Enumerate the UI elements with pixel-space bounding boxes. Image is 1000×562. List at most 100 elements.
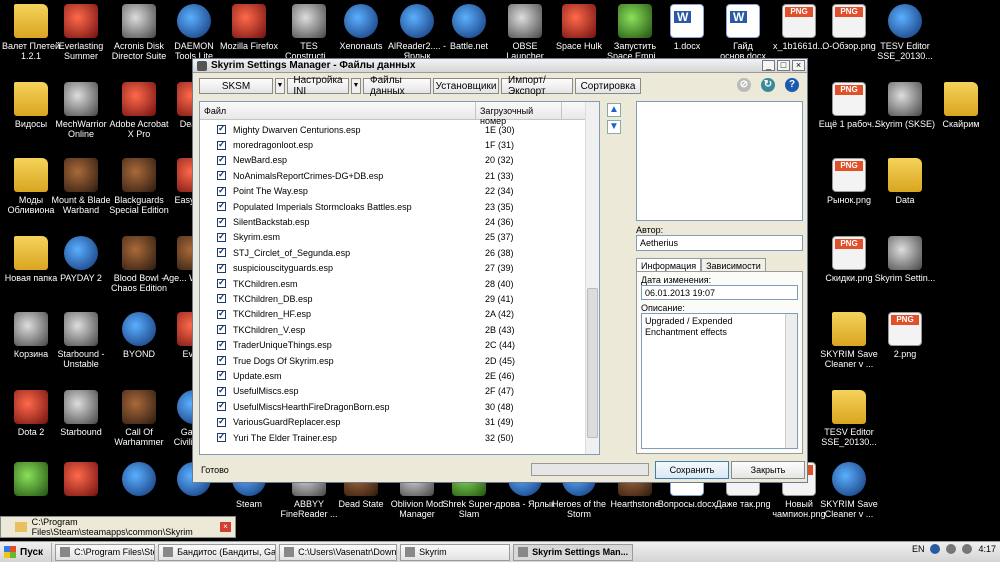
desktop-icon[interactable]: Adobe Acrobat X Pro bbox=[108, 82, 170, 139]
taskbar-button[interactable]: Бандитос (Бандиты, Ga... bbox=[158, 543, 277, 561]
desktop-icon[interactable]: 2.png bbox=[874, 312, 936, 359]
enabled-checkbox[interactable] bbox=[217, 354, 226, 366]
desktop-icon[interactable]: Starbound - Unstable bbox=[50, 312, 112, 369]
column-load-order[interactable]: Загрузочный номер bbox=[476, 102, 562, 126]
title-bar[interactable]: Skyrim Settings Manager - Файлы данных _… bbox=[193, 59, 807, 73]
table-row[interactable]: NewBard.esp 20 (32) bbox=[200, 153, 585, 168]
taskbar-button[interactable]: Skyrim Settings Man... bbox=[513, 543, 634, 561]
desktop-icon[interactable] bbox=[50, 462, 112, 499]
move-up-icon[interactable]: ▲ bbox=[607, 103, 621, 117]
desktop-icon[interactable]: Рынок.png bbox=[818, 158, 880, 205]
desktop-icon[interactable]: Starbound bbox=[50, 390, 112, 437]
desktop-icon[interactable]: TESV Editor SSE_20130... bbox=[874, 4, 936, 61]
enabled-checkbox[interactable] bbox=[217, 154, 226, 165]
desktop-icon[interactable]: BYOND bbox=[108, 312, 170, 359]
table-row[interactable]: TraderUniqueThings.esp 2C (44) bbox=[200, 337, 585, 352]
desktop-icon[interactable]: SKYRIM Save Cleaner v ... bbox=[818, 312, 880, 369]
desktop-icon[interactable]: OBSE Launcher bbox=[494, 4, 556, 61]
table-row[interactable]: moredragonloot.esp 1F (31) bbox=[200, 137, 585, 152]
table-row[interactable]: TKChildren_V.esp 2B (43) bbox=[200, 322, 585, 337]
column-file[interactable]: Файл bbox=[200, 102, 476, 119]
maximize-button[interactable]: □ bbox=[777, 60, 790, 71]
desktop-icon[interactable]: Скайрим bbox=[930, 82, 992, 129]
save-button[interactable]: Сохранить bbox=[655, 461, 729, 479]
clock[interactable]: 4:17 bbox=[978, 544, 996, 554]
desktop-icon[interactable]: Скидки.png bbox=[818, 236, 880, 283]
enabled-checkbox[interactable] bbox=[217, 308, 226, 319]
desktop-icon[interactable]: О-Обзор.png bbox=[818, 4, 880, 51]
desktop-icon[interactable]: 1.docx bbox=[656, 4, 718, 51]
desktop-icon[interactable]: Blood Bowl - Chaos Edition bbox=[108, 236, 170, 293]
steam-tray-icon[interactable] bbox=[930, 544, 941, 554]
enabled-checkbox[interactable] bbox=[217, 416, 226, 427]
enabled-checkbox[interactable] bbox=[217, 369, 226, 381]
enabled-checkbox[interactable] bbox=[217, 339, 226, 350]
table-row[interactable]: TKChildren.esm 28 (40) bbox=[200, 276, 585, 291]
enabled-checkbox[interactable] bbox=[217, 323, 226, 335]
sort-tab[interactable]: Сортировка bbox=[575, 78, 641, 94]
volume-tray-icon[interactable] bbox=[962, 544, 973, 554]
taskbar-button[interactable]: C:\Program Files\Steam\... bbox=[55, 543, 156, 561]
ini-dropdown-icon[interactable]: ▼ bbox=[351, 78, 361, 94]
taskbar-button[interactable]: C:\Users\Vasenatr\Down... bbox=[279, 543, 398, 561]
enabled-checkbox[interactable] bbox=[217, 277, 226, 289]
desktop-icon[interactable]: Blackguards Special Edition bbox=[108, 158, 170, 215]
desktop-icon[interactable]: PAYDAY 2 bbox=[50, 236, 112, 283]
move-down-icon[interactable]: ▼ bbox=[607, 120, 621, 134]
data-files-tab[interactable]: Файлы данных bbox=[363, 75, 431, 97]
table-row[interactable]: Update.esm 2E (46) bbox=[200, 368, 585, 383]
network-tray-icon[interactable] bbox=[946, 544, 957, 554]
table-row[interactable]: UsefulMiscsHearthFireDragonBorn.esp 30 (4… bbox=[200, 399, 585, 414]
desktop-icon[interactable] bbox=[108, 462, 170, 499]
desktop-icon[interactable]: Skyrim Settin... bbox=[874, 236, 936, 283]
author-field[interactable]: Aetherius bbox=[636, 235, 803, 251]
desktop-icon[interactable]: Everlasting Summer bbox=[50, 4, 112, 61]
table-row[interactable]: UsefulMiscs.esp 2F (47) bbox=[200, 384, 585, 399]
desktop-icon[interactable]: MechWarrior Online bbox=[50, 82, 112, 139]
desktop-icon[interactable]: Гайд основ.docx bbox=[712, 4, 774, 61]
close-button[interactable]: Закрыть bbox=[731, 461, 805, 479]
table-row[interactable]: STJ_Circlet_of_Segunda.esp 26 (38) bbox=[200, 245, 585, 260]
modified-field[interactable]: 06.01.2013 19:07 bbox=[641, 285, 798, 300]
table-row[interactable]: Point The Way.esp 22 (34) bbox=[200, 184, 585, 199]
table-row[interactable]: VariousGuardReplacer.esp 31 (49) bbox=[200, 414, 585, 429]
refresh-icon[interactable]: ↻ bbox=[761, 78, 775, 92]
table-row[interactable]: NoAnimalsReportCrimes-DG+DB.esp 21 (33) bbox=[200, 168, 585, 183]
language-indicator[interactable]: EN bbox=[912, 544, 925, 554]
enabled-checkbox[interactable] bbox=[217, 262, 226, 273]
description-scrollbar[interactable] bbox=[785, 314, 797, 448]
desktop-icon[interactable]: Battle.net bbox=[438, 4, 500, 51]
enabled-checkbox[interactable] bbox=[217, 185, 226, 196]
table-row[interactable]: Yuri The Elder Trainer.esp 32 (50) bbox=[200, 430, 585, 445]
desktop-icon[interactable]: Call Of Warhammer bbox=[108, 390, 170, 447]
desktop-icon[interactable]: DAEMON Tools Lite bbox=[163, 4, 225, 61]
start-button[interactable]: Пуск bbox=[0, 542, 53, 562]
desktop-icon[interactable]: Data bbox=[874, 158, 936, 205]
table-row[interactable]: Populated Imperials Stormcloaks Battles.… bbox=[200, 199, 585, 214]
installers-tab[interactable]: Установщики bbox=[433, 78, 499, 94]
desktop-icon[interactable]: Mount & Blade Warband bbox=[50, 158, 112, 215]
profile-dropdown-icon[interactable]: ▼ bbox=[275, 78, 285, 94]
enabled-checkbox[interactable] bbox=[217, 246, 226, 258]
import-export-tab[interactable]: Импорт/Экспорт bbox=[501, 75, 573, 97]
table-row[interactable]: TKChildren_HF.esp 2A (42) bbox=[200, 307, 585, 322]
minimize-button[interactable]: _ bbox=[762, 60, 775, 71]
close-window-button[interactable]: × bbox=[792, 60, 805, 71]
ini-settings-tab[interactable]: Настройка INI bbox=[287, 75, 349, 97]
enabled-checkbox[interactable] bbox=[217, 169, 226, 181]
enabled-checkbox[interactable] bbox=[217, 292, 226, 304]
desktop-icon[interactable]: TESV Editor SSE_20130... bbox=[818, 390, 880, 447]
enabled-checkbox[interactable] bbox=[217, 400, 226, 412]
table-row[interactable]: True Dogs Of Skyrim.esp 2D (45) bbox=[200, 353, 585, 368]
scrollbar-thumb[interactable] bbox=[587, 288, 598, 438]
table-row[interactable]: suspiciouscityguards.esp 27 (39) bbox=[200, 261, 585, 276]
enabled-checkbox[interactable] bbox=[217, 216, 226, 227]
taskbar-button[interactable]: Skyrim bbox=[400, 543, 511, 561]
desktop-icon[interactable]: Ещё 1 рабоч... bbox=[818, 82, 880, 129]
enabled-checkbox[interactable] bbox=[217, 431, 226, 442]
enabled-checkbox[interactable] bbox=[217, 123, 226, 135]
help-icon[interactable]: ? bbox=[785, 78, 799, 92]
table-row[interactable]: TKChildren_DB.esp 29 (41) bbox=[200, 291, 585, 306]
desktop-icon[interactable]: Mozilla Firefox bbox=[218, 4, 280, 51]
desktop-icon[interactable]: Skyrim (SKSE) bbox=[874, 82, 936, 129]
